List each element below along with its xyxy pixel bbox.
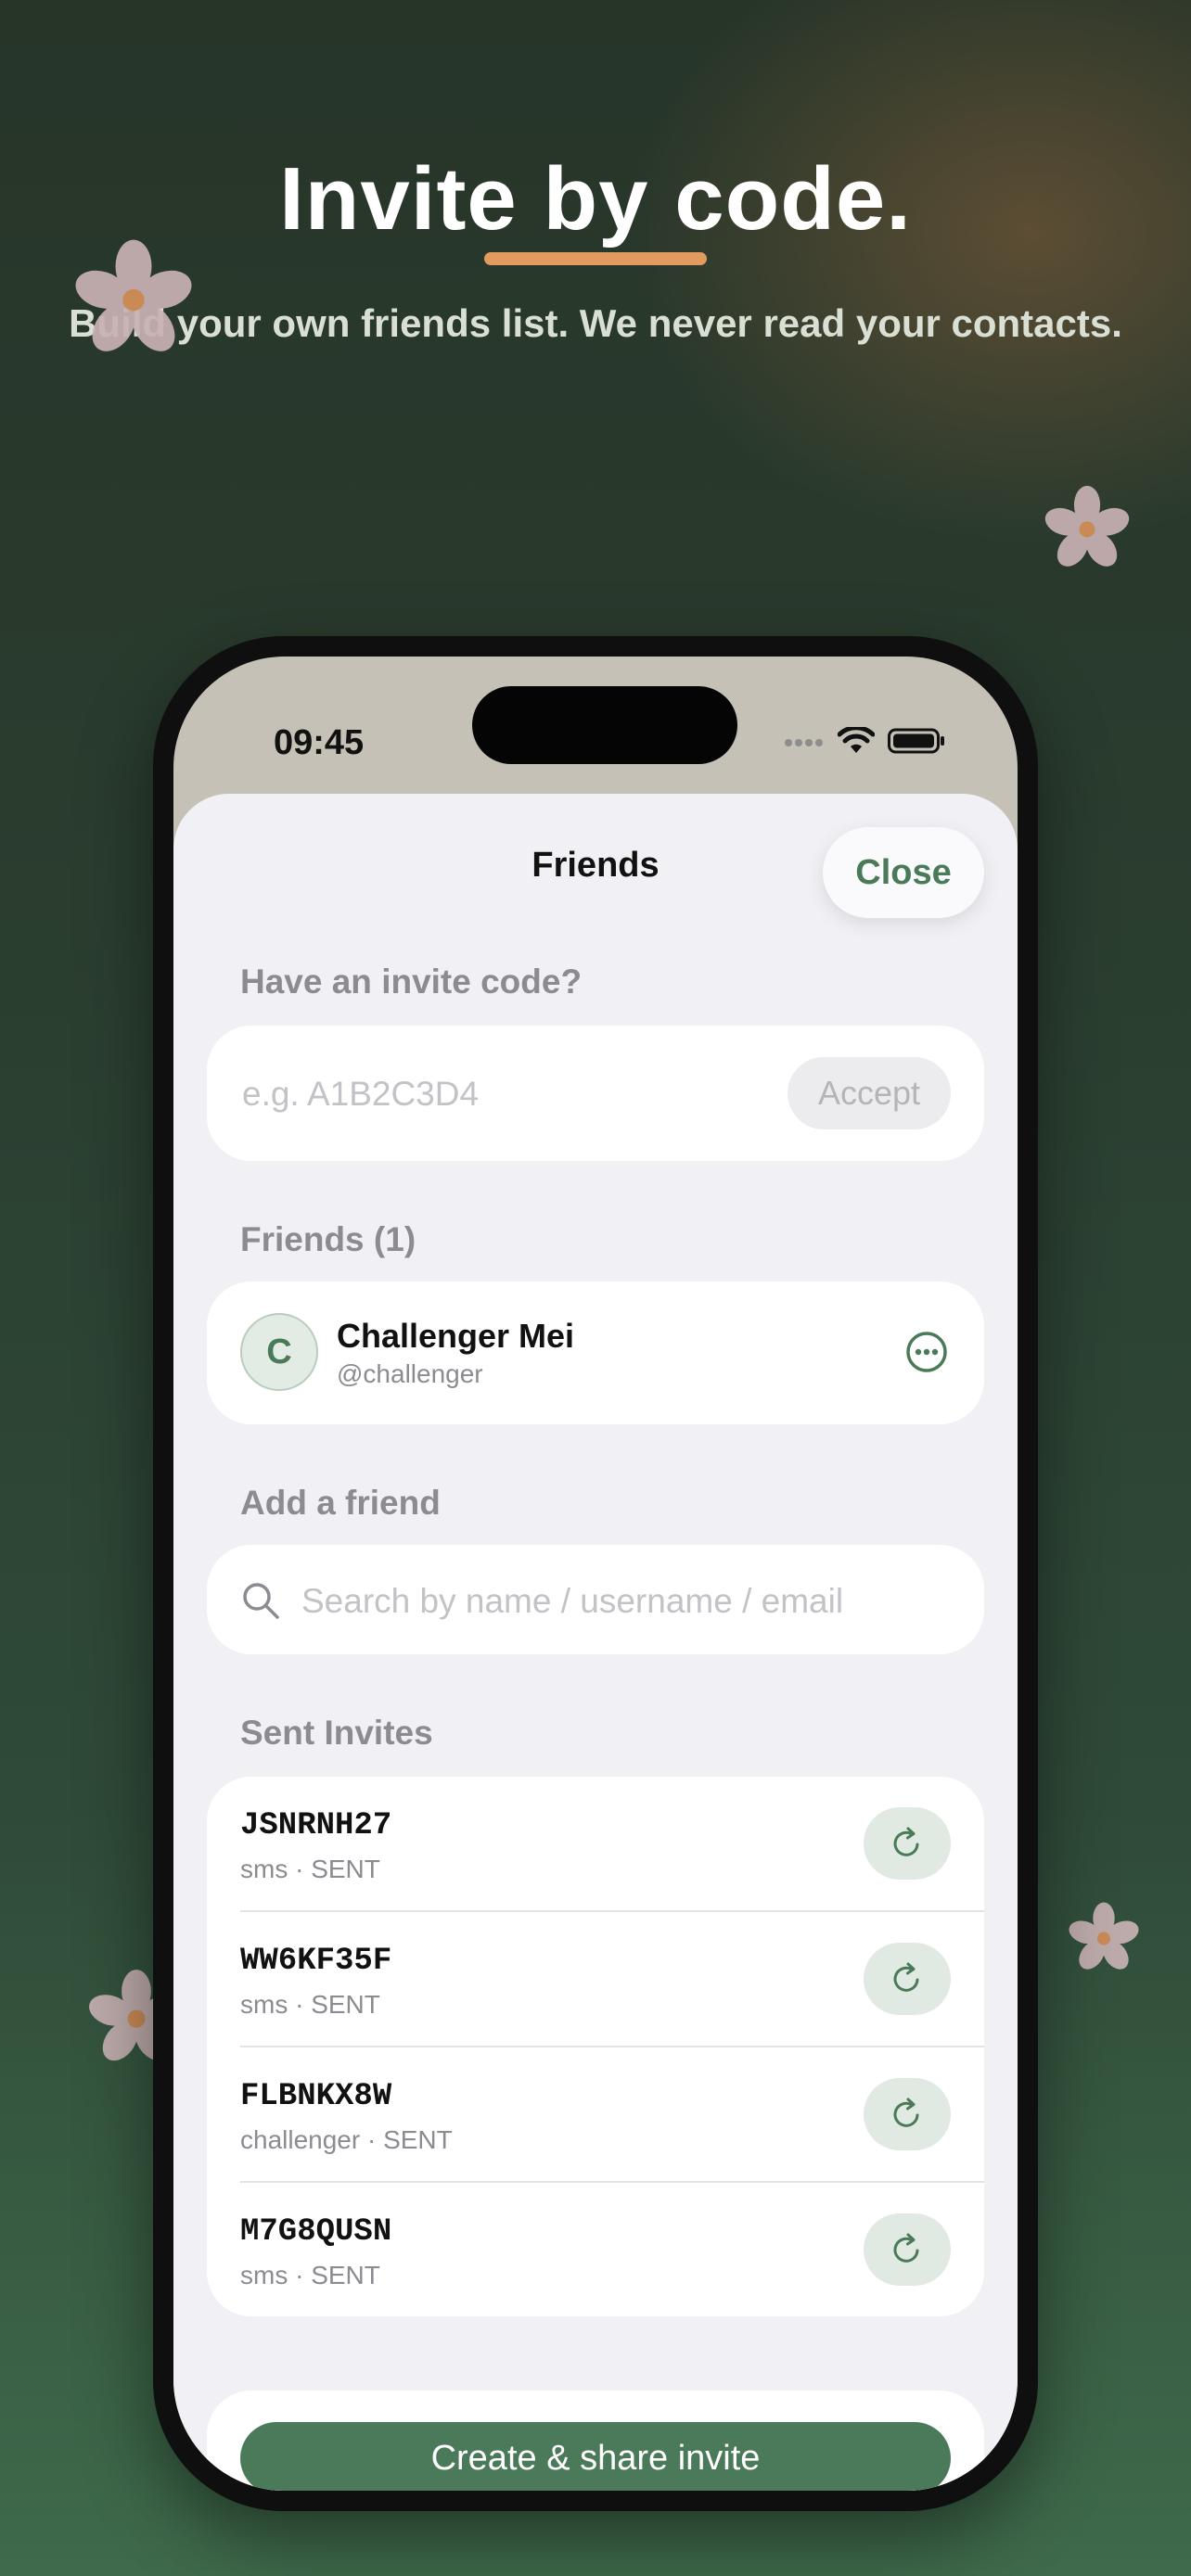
list-item: FLBNKX8W challenger · SENT <box>207 2047 984 2183</box>
friend-handle: @challenger <box>337 1359 483 1388</box>
resend-icon[interactable] <box>864 1943 951 2015</box>
invite-code-text: FLBNKX8W <box>240 2079 392 2114</box>
phone-screen: 09:45 Friends Close Have an invite code?… <box>173 657 1018 2491</box>
status-bar: 09:45 <box>173 657 1018 796</box>
invite-code-card: Accept <box>207 1026 984 1161</box>
create-share-invite-button[interactable]: Create & share invite <box>240 2422 951 2491</box>
sent-invites-section-label: Sent Invites <box>240 1714 433 1752</box>
avatar: C <box>240 1313 318 1391</box>
invite-code-text: WW6KF35F <box>240 1944 392 1979</box>
invite-meta: sms · SENT <box>240 2261 380 2289</box>
flower-decoration-icon <box>70 237 197 358</box>
close-button[interactable]: Close <box>823 827 984 918</box>
bottom-action-card: Create & share invite <box>207 2391 984 2491</box>
sent-invites-card: JSNRNH27 sms · SENT WW6KF35F sms · SENT <box>207 1777 984 2316</box>
promo-headline: Invite by code. <box>279 149 912 249</box>
signal-dots-icon <box>784 735 825 752</box>
wifi-icon <box>837 725 876 759</box>
search-icon <box>240 1580 281 1626</box>
status-time: 09:45 <box>274 723 365 762</box>
list-item: M7G8QUSN sms · SENT <box>207 2183 984 2318</box>
phone-frame: 09:45 Friends Close Have an invite code?… <box>153 636 1038 2511</box>
accept-button[interactable]: Accept <box>788 1057 951 1129</box>
resend-icon[interactable] <box>864 1807 951 1880</box>
flower-decoration-icon <box>1043 484 1132 571</box>
friend-row[interactable]: C Challenger Mei @challenger <box>207 1282 984 1424</box>
invite-code-input[interactable] <box>240 1065 763 1124</box>
resend-icon[interactable] <box>864 2078 951 2150</box>
headline-underline <box>484 252 707 265</box>
more-options-icon[interactable] <box>904 1330 949 1374</box>
system-icons <box>784 725 945 759</box>
invite-code-section-label: Have an invite code? <box>240 963 583 1001</box>
invite-meta: challenger · SENT <box>240 2125 453 2154</box>
friend-name: Challenger Mei <box>337 1317 575 1355</box>
invite-meta: sms · SENT <box>240 1855 380 1883</box>
list-item: JSNRNH27 sms · SENT <box>207 1777 984 1912</box>
list-item: WW6KF35F sms · SENT <box>207 1912 984 2047</box>
add-friend-section-label: Add a friend <box>240 1484 441 1522</box>
friends-sheet: Friends Close Have an invite code? Accep… <box>173 794 1018 2491</box>
battery-icon <box>888 727 945 759</box>
flower-decoration-icon <box>1067 1901 1141 1973</box>
invite-code-text: JSNRNH27 <box>240 1808 392 1843</box>
invite-meta: sms · SENT <box>240 1990 380 2019</box>
invite-code-text: M7G8QUSN <box>240 2214 392 2250</box>
search-field <box>207 1545 984 1654</box>
friends-section-label: Friends (1) <box>240 1220 416 1258</box>
dynamic-island <box>472 686 737 764</box>
resend-icon[interactable] <box>864 2213 951 2286</box>
search-input[interactable] <box>300 1573 943 1630</box>
